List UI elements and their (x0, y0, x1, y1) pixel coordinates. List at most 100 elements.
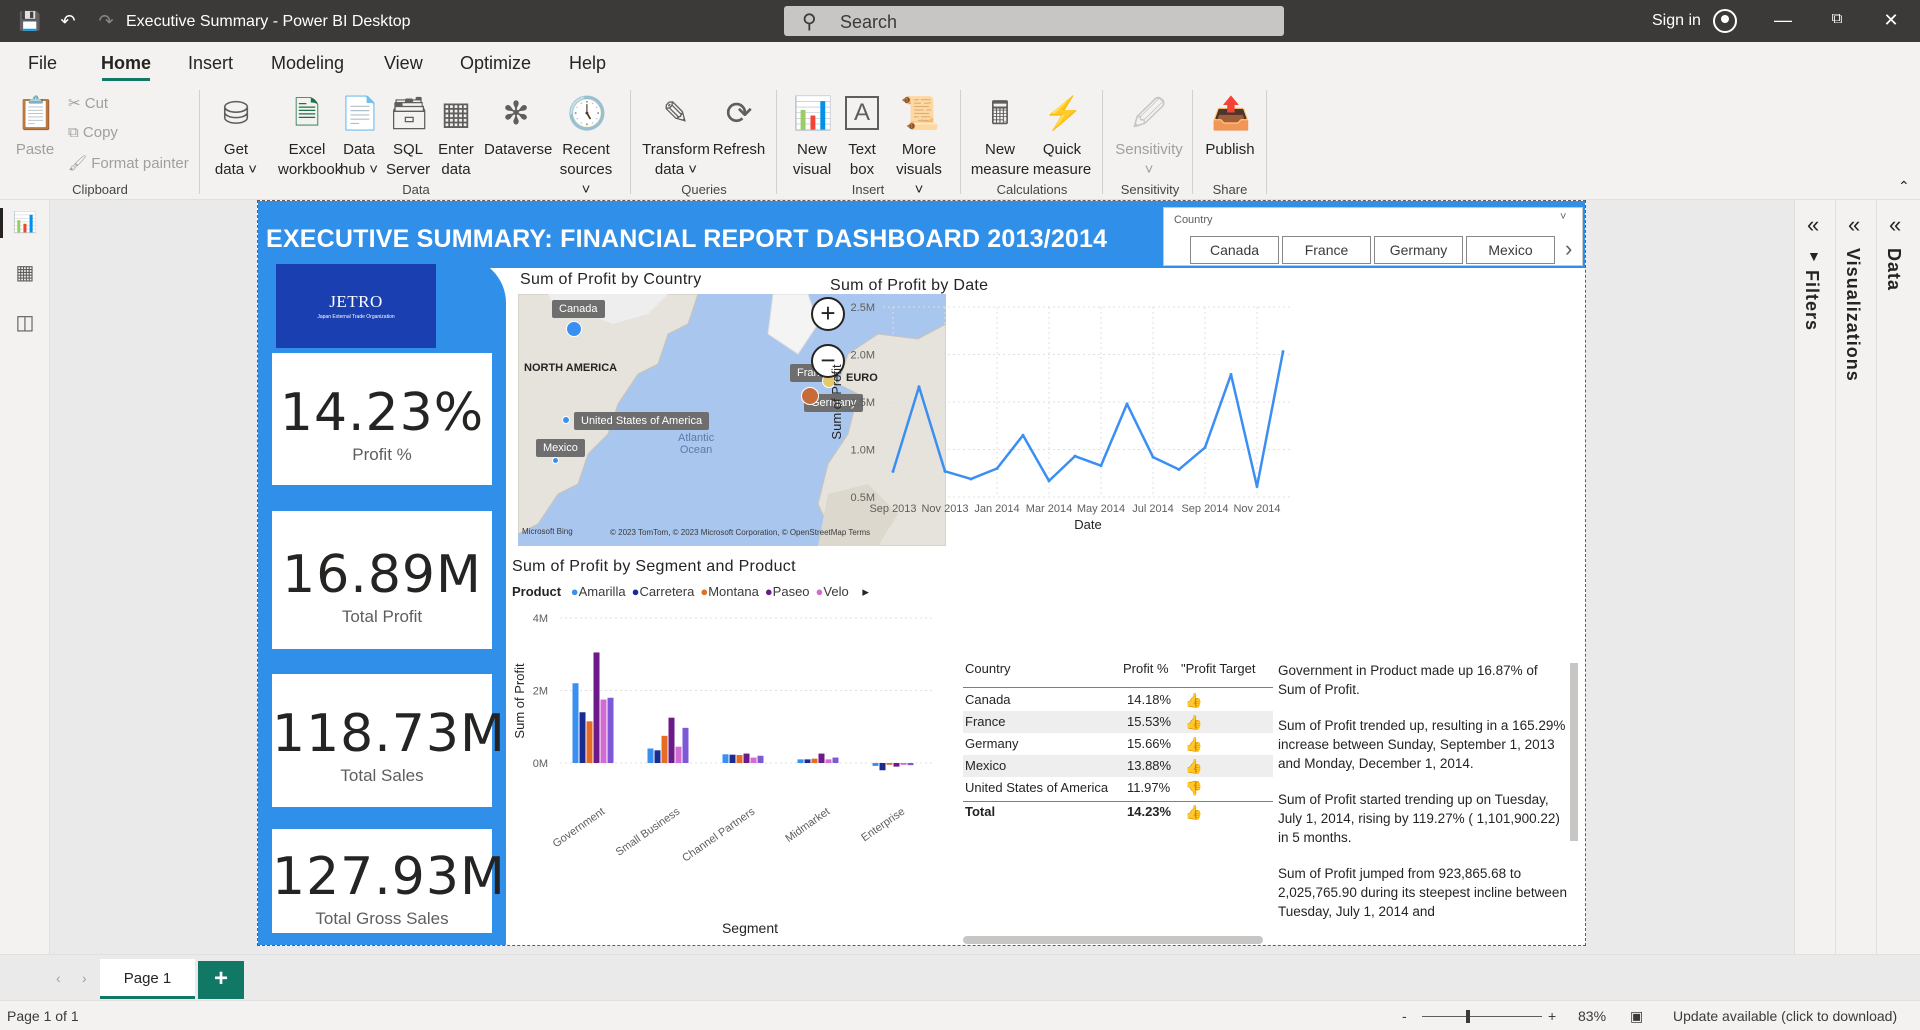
expand-chevron-icon[interactable]: « (1848, 212, 1860, 238)
legend-scroll-icon[interactable]: ▸ (862, 584, 869, 599)
narrative-scrollbar[interactable] (1570, 663, 1578, 841)
table-row[interactable]: Canada 14.18% 👍 (963, 689, 1273, 711)
save-icon[interactable]: 💾 (18, 9, 42, 33)
table-header-profit-pct[interactable]: Profit % (1123, 661, 1169, 676)
table-row[interactable]: United States of America 11.97% 👎 (963, 777, 1273, 799)
legend-item[interactable]: ●Montana (700, 584, 758, 599)
visualizations-pane-collapsed[interactable]: « Visualizations (1835, 200, 1876, 954)
transform-data-button[interactable]: ✎ Transform data ˅ (642, 92, 710, 180)
legend-item[interactable]: ●Paseo (765, 584, 810, 599)
model-view-icon[interactable]: ◫ (12, 310, 38, 336)
get-data-button[interactable]: ⛁ Get data ˅ (212, 92, 260, 180)
refresh-button[interactable]: ⟳ Refresh (712, 92, 766, 160)
restore-icon[interactable]: ⧉ (1824, 10, 1850, 32)
menu-modeling[interactable]: Modeling (271, 53, 344, 74)
fit-to-page-icon[interactable]: ▣ (1630, 1008, 1643, 1025)
map-bubble-canada[interactable] (566, 321, 582, 337)
map-bubble-germany[interactable] (801, 387, 819, 405)
close-icon[interactable]: ✕ (1878, 10, 1904, 32)
slicer-option-france[interactable]: France (1282, 236, 1371, 264)
legend-item[interactable]: ●Velo (816, 584, 849, 599)
chevron-right-icon[interactable]: › (1565, 236, 1572, 262)
profit-by-segment-bar-chart[interactable]: 0M 2M 4M Government Small BusinessChannel Pa… (510, 601, 950, 946)
paste-icon: 📋 (16, 95, 56, 131)
menu-file[interactable]: File (28, 53, 57, 74)
legend-item[interactable]: ●Amarilla (571, 584, 626, 599)
profit-by-date-line-chart[interactable]: 0.5M1.0M1.5M2.0M2.5MSep 2013 Nov 2013 Jan … (823, 297, 1313, 567)
table-header-profit-target[interactable]: "Profit Target (1181, 661, 1255, 676)
cut-button[interactable]: ✂ Cut (68, 94, 108, 112)
menu-insert[interactable]: Insert (188, 53, 233, 74)
kpi-card-total-gross-sales[interactable]: 127.93M Total Gross Sales (272, 829, 505, 933)
publish-button[interactable]: 📤 Publish (1202, 92, 1258, 160)
search-box[interactable]: ⚲ Search (784, 6, 1284, 36)
report-page[interactable]: EXECUTIVE SUMMARY: FINANCIAL REPORT DASH… (257, 200, 1586, 946)
more-visuals-icon: 📜 (900, 95, 940, 131)
table-horizontal-scrollbar[interactable] (963, 936, 1263, 944)
more-visuals-button[interactable]: 📜 More visuals ˅ (890, 92, 948, 200)
chevron-down-icon[interactable]: ˅ (1560, 211, 1566, 223)
zoom-in-button[interactable]: + (1548, 1008, 1556, 1024)
minimize-icon[interactable]: — (1770, 10, 1796, 32)
menu-help[interactable]: Help (569, 53, 606, 74)
filters-pane-collapsed[interactable]: « ▼ Filters (1794, 200, 1835, 954)
prev-page-icon[interactable]: ‹ (56, 970, 61, 986)
paste-button[interactable]: 📋 Paste (12, 92, 58, 160)
avatar-icon[interactable] (1713, 9, 1737, 33)
dataverse-button[interactable]: ✻ Dataverse (484, 92, 552, 160)
expand-chevron-icon[interactable]: « (1889, 212, 1901, 238)
data-hub-button[interactable]: 📄 Data hub ˅ (336, 92, 382, 180)
recent-sources-button[interactable]: 🕔 Recent sources ˅ (556, 92, 616, 200)
menu-home[interactable]: Home (101, 53, 151, 74)
legend-item[interactable]: ●Carretera (632, 584, 695, 599)
enter-data-button[interactable]: ▦ Enter data (434, 92, 478, 180)
visualizations-pane-label[interactable]: Visualizations (1842, 248, 1863, 382)
table-view-icon[interactable]: ▦ (12, 260, 38, 286)
table-row[interactable]: Germany 15.66% 👍 (963, 733, 1273, 755)
table-header-country[interactable]: Country (965, 661, 1011, 676)
sign-in-link[interactable]: Sign in (1652, 12, 1701, 30)
next-page-icon[interactable]: › (82, 970, 87, 986)
sensitivity-button[interactable]: 🖉 Sensitivity ˅ (1110, 92, 1188, 180)
update-available-link[interactable]: Update available (click to download) (1673, 1008, 1897, 1024)
excel-workbook-button[interactable]: 🗎 Excel workbook (278, 92, 342, 180)
redo-icon[interactable]: ↷ (94, 9, 118, 33)
window-title: Executive Summary - Power BI Desktop (126, 13, 411, 30)
filters-pane-label[interactable]: Filters (1801, 270, 1822, 331)
text-box-button[interactable]: A Text box (840, 92, 884, 180)
zoom-level[interactable]: 83% (1578, 1008, 1606, 1024)
slicer-option-canada[interactable]: Canada (1190, 236, 1279, 264)
report-view-icon[interactable]: 📊 (12, 210, 38, 236)
menu-optimize[interactable]: Optimize (460, 53, 531, 74)
data-pane-collapsed[interactable]: « Data (1876, 200, 1920, 954)
line-data-point (1203, 446, 1207, 450)
collapse-ribbon-icon[interactable]: ⌃ (1898, 178, 1910, 195)
data-pane-label[interactable]: Data (1883, 248, 1904, 291)
copy-button[interactable]: ⧉ Copy (68, 124, 118, 141)
table-total-row[interactable]: Total 14.23% 👍 (963, 801, 1273, 823)
country-slicer[interactable]: Country ˅ Canada France Germany Mexico › (1163, 207, 1583, 266)
kpi-card-profit-pct[interactable]: 14.23% Profit % (272, 353, 492, 485)
table-row[interactable]: France 15.53% 👍 (963, 711, 1273, 733)
page-tab-page-1[interactable]: Page 1 (100, 959, 195, 999)
zoom-slider-track[interactable] (1422, 1016, 1542, 1017)
menu-view[interactable]: View (384, 53, 423, 74)
map-bubble-usa[interactable] (562, 416, 570, 424)
undo-icon[interactable]: ↶ (56, 9, 80, 33)
smart-narrative[interactable]: Government in Product made up 16.87% of … (1278, 661, 1568, 945)
zoom-out-button[interactable]: - (1402, 1008, 1407, 1024)
zoom-slider-thumb[interactable] (1466, 1010, 1470, 1023)
slicer-option-germany[interactable]: Germany (1374, 236, 1463, 264)
kpi-card-total-profit[interactable]: 16.89M Total Profit (272, 511, 492, 649)
new-measure-button[interactable]: 🖩 New measure (968, 92, 1032, 180)
add-page-button[interactable]: + (198, 961, 244, 999)
expand-chevron-icon[interactable]: « (1807, 212, 1819, 238)
map-bubble-mexico[interactable] (552, 457, 559, 464)
slicer-option-mexico[interactable]: Mexico (1466, 236, 1555, 264)
quick-measure-button[interactable]: ⚡ Quick measure (1030, 92, 1094, 180)
table-row[interactable]: Mexico 13.88% 👍 (963, 755, 1273, 777)
new-visual-button[interactable]: 📊 New visual (786, 92, 838, 180)
format-painter-button[interactable]: 🖌 Format painter (68, 154, 189, 172)
kpi-card-total-sales[interactable]: 118.73M Total Sales (272, 674, 505, 807)
sql-server-button[interactable]: 🗃 SQL Server (386, 92, 430, 180)
